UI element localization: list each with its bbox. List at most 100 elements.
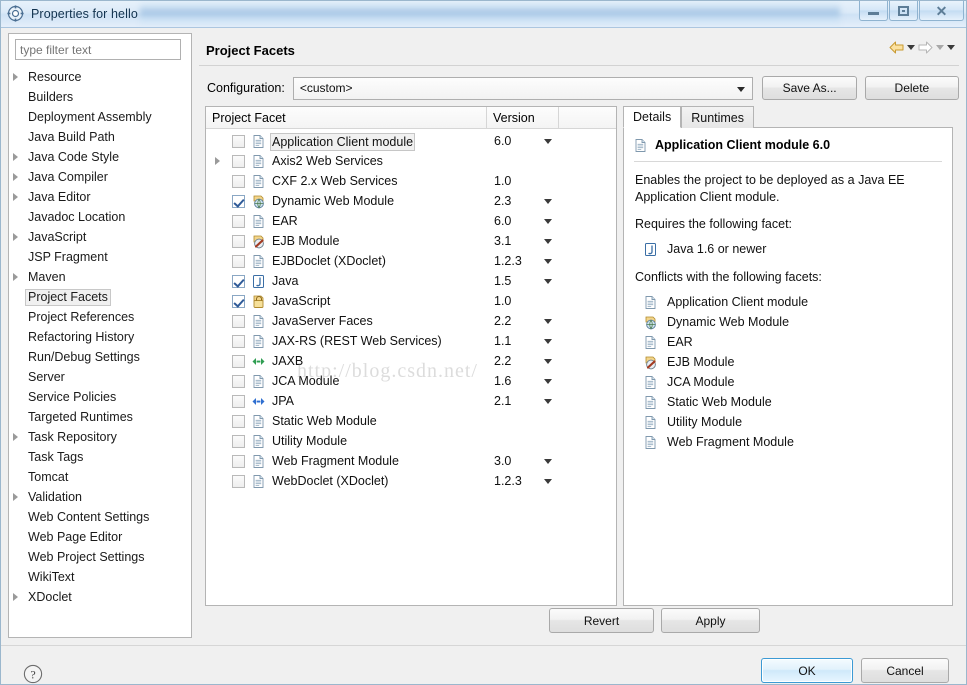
ok-button[interactable]: OK — [761, 658, 853, 683]
sidebar-item-validation[interactable]: Validation — [9, 487, 191, 507]
back-history-chevron-down-icon[interactable] — [907, 45, 915, 50]
tab-details[interactable]: Details — [623, 106, 682, 128]
delete-button[interactable]: Delete — [864, 76, 960, 100]
expand-arrow-icon[interactable] — [13, 233, 18, 241]
close-button[interactable]: ✕ — [919, 1, 964, 21]
facet-row[interactable]: JavaServer Faces 2.2 — [206, 311, 616, 331]
facet-checkbox[interactable] — [232, 275, 245, 288]
sidebar-item-tomcat[interactable]: Tomcat — [9, 467, 191, 487]
version-chevron-down-icon[interactable] — [544, 139, 552, 144]
page-menu-chevron-down-icon[interactable] — [947, 45, 955, 50]
facet-checkbox[interactable] — [232, 215, 245, 228]
facet-row[interactable]: EJB Module 3.1 — [206, 231, 616, 251]
column-header-project-facet[interactable]: Project Facet — [206, 106, 487, 129]
version-chevron-down-icon[interactable] — [544, 319, 552, 324]
sidebar-item-resource[interactable]: Resource — [9, 67, 191, 87]
sidebar-item-task-tags[interactable]: Task Tags — [9, 447, 191, 467]
expand-arrow-icon[interactable] — [13, 593, 18, 601]
expand-arrow-icon[interactable] — [13, 273, 18, 281]
facet-checkbox[interactable] — [232, 155, 245, 168]
sidebar-item-javadoc-location[interactable]: Javadoc Location — [9, 207, 191, 227]
facet-checkbox[interactable] — [232, 395, 245, 408]
help-question-icon[interactable]: ? — [23, 664, 43, 684]
configuration-select[interactable]: <custom> — [292, 76, 754, 100]
expand-arrow-icon[interactable] — [13, 193, 18, 201]
apply-button[interactable]: Apply — [661, 608, 760, 633]
filter-input[interactable] — [15, 39, 181, 60]
sidebar-item-project-facets[interactable]: Project Facets — [9, 287, 191, 307]
version-chevron-down-icon[interactable] — [544, 199, 552, 204]
facet-checkbox[interactable] — [232, 255, 245, 268]
facet-checkbox[interactable] — [232, 375, 245, 388]
sidebar-item-targeted-runtimes[interactable]: Targeted Runtimes — [9, 407, 191, 427]
sidebar-item-web-page-editor[interactable]: Web Page Editor — [9, 527, 191, 547]
revert-button[interactable]: Revert — [549, 608, 654, 633]
forward-history-chevron-down-icon[interactable] — [936, 45, 944, 50]
cancel-button[interactable]: Cancel — [861, 658, 949, 683]
version-chevron-down-icon[interactable] — [544, 219, 552, 224]
sidebar-item-jsp-fragment[interactable]: JSP Fragment — [9, 247, 191, 267]
arrow-right-icon[interactable] — [918, 41, 933, 54]
version-chevron-down-icon[interactable] — [544, 459, 552, 464]
facet-row[interactable]: CXF 2.x Web Services 1.0 — [206, 171, 616, 191]
maximize-button[interactable] — [889, 1, 918, 21]
facet-checkbox[interactable] — [232, 195, 245, 208]
facet-row[interactable]: JavaScript 1.0 — [206, 291, 616, 311]
sidebar-item-maven[interactable]: Maven — [9, 267, 191, 287]
version-chevron-down-icon[interactable] — [544, 339, 552, 344]
expand-arrow-icon[interactable] — [13, 73, 18, 81]
facet-row[interactable]: EJBDoclet (XDoclet) 1.2.3 — [206, 251, 616, 271]
sidebar-item-java-editor[interactable]: Java Editor — [9, 187, 191, 207]
facet-row[interactable]: Utility Module — [206, 431, 616, 451]
version-chevron-down-icon[interactable] — [544, 259, 552, 264]
facet-row[interactable]: Dynamic Web Module 2.3 — [206, 191, 616, 211]
facet-row[interactable]: JAXB 2.2 — [206, 351, 616, 371]
facet-row[interactable]: WebDoclet (XDoclet) 1.2.3 — [206, 471, 616, 491]
expand-arrow-icon[interactable] — [13, 493, 18, 501]
sidebar-item-server[interactable]: Server — [9, 367, 191, 387]
version-chevron-down-icon[interactable] — [544, 279, 552, 284]
sidebar-item-builders[interactable]: Builders — [9, 87, 191, 107]
sidebar-item-web-project-settings[interactable]: Web Project Settings — [9, 547, 191, 567]
sidebar-item-java-code-style[interactable]: Java Code Style — [9, 147, 191, 167]
facet-checkbox[interactable] — [232, 335, 245, 348]
facet-checkbox[interactable] — [232, 435, 245, 448]
save-as-button[interactable]: Save As... — [762, 76, 857, 100]
facet-checkbox[interactable] — [232, 235, 245, 248]
sidebar-item-refactoring-history[interactable]: Refactoring History — [9, 327, 191, 347]
minimize-button[interactable] — [859, 1, 888, 21]
facet-row[interactable]: JPA 2.1 — [206, 391, 616, 411]
facet-row[interactable]: JCA Module 1.6 — [206, 371, 616, 391]
sidebar-item-java-build-path[interactable]: Java Build Path — [9, 127, 191, 147]
facet-checkbox[interactable] — [232, 355, 245, 368]
facet-checkbox[interactable] — [232, 415, 245, 428]
facet-checkbox[interactable] — [232, 315, 245, 328]
expand-arrow-icon[interactable] — [13, 173, 18, 181]
facet-checkbox[interactable] — [232, 295, 245, 308]
arrow-left-icon[interactable] — [889, 41, 904, 54]
facet-row[interactable]: JAX-RS (REST Web Services) 1.1 — [206, 331, 616, 351]
sidebar-item-deployment-assembly[interactable]: Deployment Assembly — [9, 107, 191, 127]
facet-checkbox[interactable] — [232, 175, 245, 188]
sidebar-item-web-content-settings[interactable]: Web Content Settings — [9, 507, 191, 527]
expand-arrow-icon[interactable] — [13, 433, 18, 441]
facet-checkbox[interactable] — [232, 455, 245, 468]
sidebar-item-javascript[interactable]: JavaScript — [9, 227, 191, 247]
facet-row[interactable]: Java 1.5 — [206, 271, 616, 291]
sidebar-item-project-references[interactable]: Project References — [9, 307, 191, 327]
version-chevron-down-icon[interactable] — [544, 479, 552, 484]
expand-arrow-icon[interactable] — [215, 157, 220, 165]
sidebar-item-run-debug-settings[interactable]: Run/Debug Settings — [9, 347, 191, 367]
version-chevron-down-icon[interactable] — [544, 399, 552, 404]
version-chevron-down-icon[interactable] — [544, 379, 552, 384]
version-chevron-down-icon[interactable] — [544, 239, 552, 244]
expand-arrow-icon[interactable] — [13, 153, 18, 161]
version-chevron-down-icon[interactable] — [544, 359, 552, 364]
facet-row[interactable]: Application Client module 6.0 — [206, 131, 616, 151]
column-header-blank[interactable] — [559, 107, 616, 129]
sidebar-item-task-repository[interactable]: Task Repository — [9, 427, 191, 447]
tab-runtimes[interactable]: Runtimes — [681, 106, 755, 128]
facet-checkbox[interactable] — [232, 475, 245, 488]
sidebar-item-xdoclet[interactable]: XDoclet — [9, 587, 191, 607]
facet-row[interactable]: Web Fragment Module 3.0 — [206, 451, 616, 471]
